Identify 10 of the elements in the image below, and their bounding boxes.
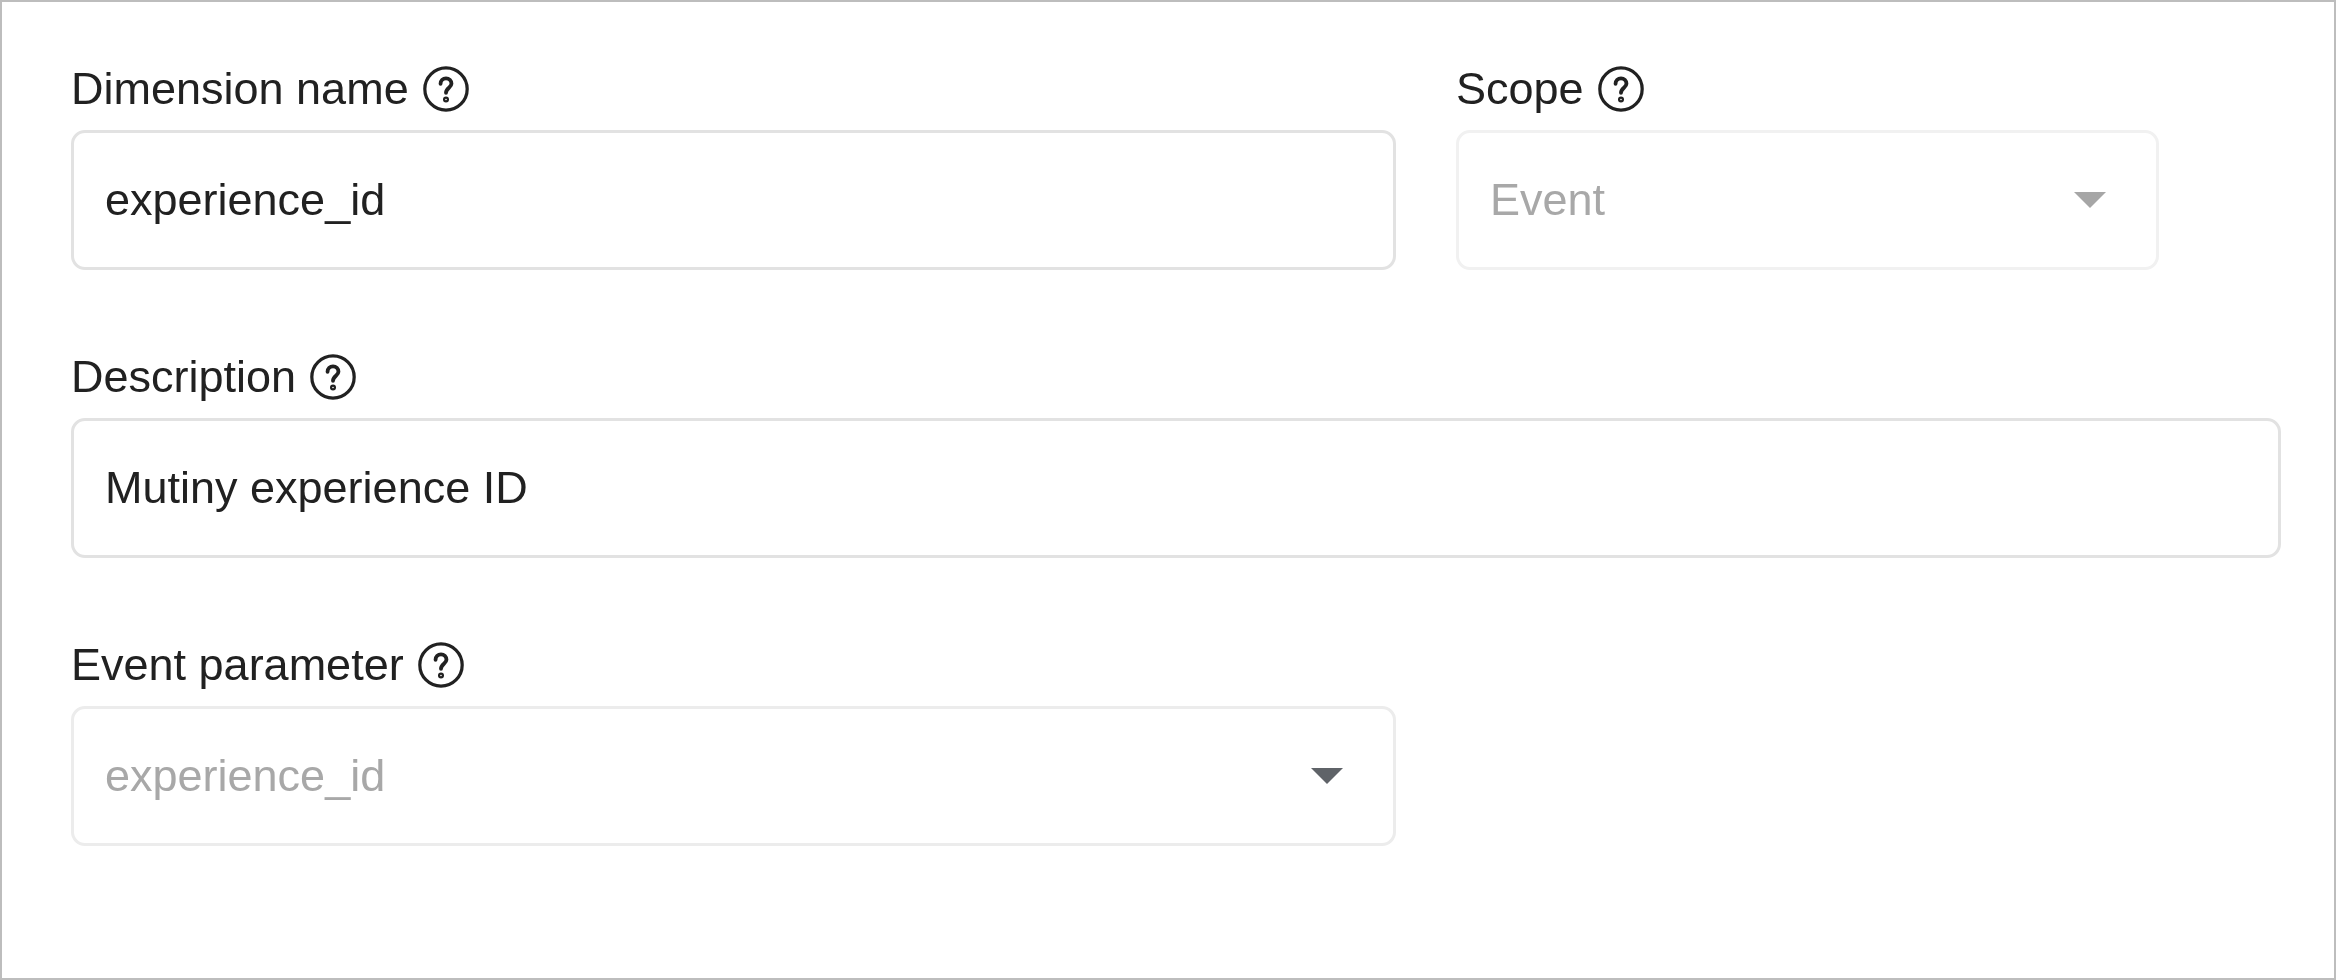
text-field[interactable]: experience_id: [71, 130, 1396, 270]
help-icon[interactable]: [422, 66, 469, 112]
help-icon[interactable]: [310, 354, 357, 400]
field-label: Dimension name: [71, 65, 409, 113]
field-label: Description: [71, 353, 297, 401]
help-icon[interactable]: [1597, 66, 1644, 112]
help-icon[interactable]: [417, 642, 464, 688]
text-field[interactable]: Mutiny experience ID: [71, 418, 2281, 558]
field-label: Scope: [1456, 65, 1584, 113]
field-label: Event parameter: [71, 641, 404, 689]
